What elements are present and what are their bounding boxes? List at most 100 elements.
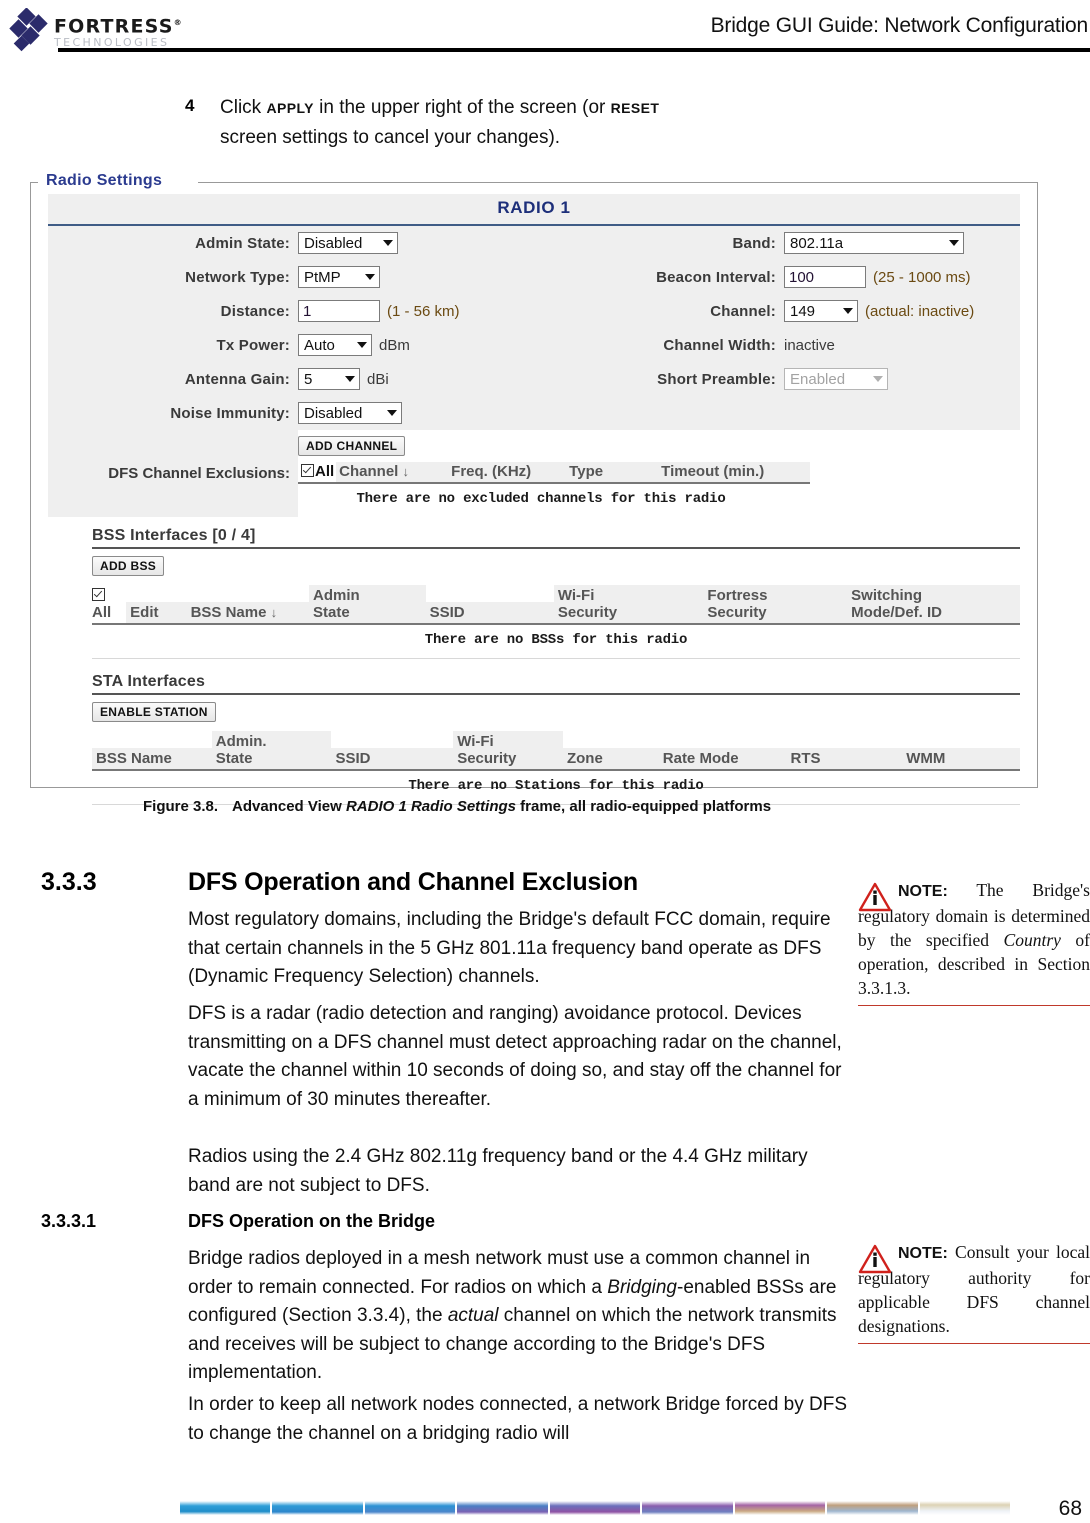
- settings-row: Noise Immunity: Disabled: [48, 396, 1020, 430]
- figure-caption-italic: RADIO 1 Radio Settings: [345, 798, 516, 815]
- tx-power-unit: dBm: [379, 336, 410, 354]
- field-band: Band: 802.11a: [534, 226, 1020, 260]
- sta-col-admin-state[interactable]: Admin. State: [211, 731, 332, 771]
- sta-col-zone[interactable]: Zone: [562, 748, 659, 771]
- field-control-wrap: Auto dBm: [298, 334, 410, 356]
- settings-row: Distance: 1 (1 - 56 km) Channel: 149 (ac…: [48, 294, 1020, 328]
- note-2-divider: [858, 1343, 1090, 1344]
- short-preamble-value: Enabled: [790, 370, 846, 388]
- p1-italic-bridging: Bridging: [607, 1276, 677, 1298]
- channel-select[interactable]: 149: [784, 300, 858, 322]
- tx-power-select[interactable]: Auto: [298, 334, 372, 356]
- section-3-3-3-paragraph-1: Most regulatory domains, including the B…: [188, 909, 831, 987]
- noise-immunity-select[interactable]: Disabled: [298, 402, 402, 424]
- chevron-down-icon: [357, 342, 367, 348]
- figure-caption-text-a: Advanced View: [232, 798, 346, 815]
- add-bss-button[interactable]: ADD BSS: [92, 556, 165, 576]
- dfs-col-type[interactable]: Type: [566, 462, 659, 484]
- field-noise-immunity: Noise Immunity: Disabled: [48, 396, 534, 430]
- radio-title: RADIO 1: [497, 198, 571, 217]
- chevron-down-icon: [873, 376, 883, 382]
- sta-col-bss-name[interactable]: BSS Name: [92, 748, 212, 771]
- step-text-line2: screen settings to cancel your changes).: [220, 127, 561, 148]
- step-number: 4: [185, 96, 195, 115]
- field-label: Noise Immunity:: [170, 404, 290, 422]
- sta-button-row: ENABLE STATION: [92, 702, 1020, 722]
- bss-col-edit[interactable]: Edit: [126, 602, 187, 625]
- section-3-3-3-paragraph-2: DFS is a radar (radio detection and rang…: [188, 1003, 842, 1110]
- bss-select-all[interactable]: All: [92, 585, 127, 625]
- footer-segment: [827, 1501, 920, 1515]
- step-text-part-b: in the upper right of the screen (or: [313, 97, 611, 118]
- enable-station-button[interactable]: ENABLE STATION: [92, 702, 216, 722]
- field-control-wrap: 100 (25 - 1000 ms): [784, 266, 971, 288]
- dfs-table-header: All Channel ↓ Freq. (KHz) Type Timeout (…: [298, 462, 1020, 484]
- bss-col-name[interactable]: BSS Name ↓: [186, 602, 309, 625]
- spacer-cell: [534, 396, 1020, 430]
- dfs-col-freq[interactable]: Freq. (KHz): [448, 462, 567, 484]
- chevron-down-icon: [949, 240, 959, 246]
- band-value: 802.11a: [790, 234, 844, 252]
- sta-col-rts[interactable]: RTS: [786, 748, 903, 771]
- field-label: Distance:: [220, 302, 290, 320]
- add-channel-button[interactable]: ADD CHANNEL: [298, 436, 406, 456]
- dfs-col-channel-label: Channel: [339, 463, 399, 480]
- field-control-wrap: 802.11a: [784, 232, 964, 254]
- field-channel-width: Channel Width: inactive: [534, 328, 1020, 362]
- note-2-text: NOTE: Consult your local regulatory auth…: [858, 1240, 1090, 1338]
- footer-segment: [549, 1501, 643, 1515]
- chevron-down-icon: [365, 274, 375, 280]
- note-regulatory-domain: NOTE: The Bridge's regulatory domain is …: [858, 878, 1090, 1006]
- sta-empty-message: There are no Stations for this radio: [408, 778, 704, 794]
- logo-primary-text: FORTRESS®: [54, 15, 183, 38]
- dfs-col-timeout[interactable]: Timeout (min.): [658, 462, 811, 484]
- step-4-block: 4 Click APPLY in the upper right of the …: [185, 93, 805, 153]
- dfs-col-channel[interactable]: Channel ↓: [336, 462, 449, 484]
- channel-actual-hint: (actual: inactive): [865, 302, 975, 320]
- beacon-interval-input[interactable]: 100: [784, 266, 866, 288]
- admin-state-value: Disabled: [304, 234, 363, 252]
- section-3-3-3-1-number: 3.3.3.1: [41, 1211, 97, 1231]
- dfs-label: DFS Channel Exclusions:: [108, 465, 290, 482]
- field-label: Channel Width:: [663, 336, 776, 354]
- step-text: Click APPLY in the upper right of the sc…: [220, 93, 805, 153]
- bss-col-wifi-security[interactable]: Wi-Fi Security: [553, 585, 704, 625]
- bss-col-admin-state[interactable]: Admin State: [309, 585, 426, 625]
- field-control-wrap: Enabled: [784, 368, 888, 390]
- sta-col-wifi-security[interactable]: Wi-Fi Security: [453, 731, 563, 771]
- apply-button-reference: APPLY: [266, 100, 314, 116]
- sta-col-rate-mode[interactable]: Rate Mode: [658, 748, 787, 771]
- figure-caption: Figure 3.8. Advanced View RADIO 1 Radio S…: [143, 798, 771, 815]
- bss-col-fortress-security[interactable]: Fortress Security: [703, 585, 848, 625]
- noise-immunity-value: Disabled: [304, 404, 363, 422]
- checkbox-icon[interactable]: [301, 464, 314, 477]
- channel-width-value: inactive: [784, 336, 835, 354]
- dfs-select-all[interactable]: All: [298, 462, 337, 484]
- checkbox-icon[interactable]: [92, 588, 105, 601]
- field-short-preamble: Short Preamble: Enabled: [534, 362, 1020, 396]
- field-admin-state: Admin State: Disabled: [48, 226, 534, 260]
- sta-col-ssid[interactable]: SSID: [331, 748, 454, 771]
- antenna-gain-select[interactable]: 5: [298, 368, 360, 390]
- bss-col-switching-mode[interactable]: Switching Mode/Def. ID: [847, 585, 1020, 625]
- band-select[interactable]: 802.11a: [784, 232, 964, 254]
- field-control-wrap: 1 (1 - 56 km): [298, 300, 460, 322]
- bss-interfaces-section: BSS Interfaces [0 / 4] ADD BSS All Edit …: [48, 527, 1020, 659]
- beacon-interval-hint: (25 - 1000 ms): [873, 268, 971, 286]
- admin-state-select[interactable]: Disabled: [298, 232, 398, 254]
- section-3-3-3-number: 3.3.3: [41, 868, 97, 896]
- page-header: FORTRESS® TECHNOLOGIES Bridge GUI Guide:…: [0, 0, 1090, 60]
- chevron-down-icon: [387, 410, 397, 416]
- network-type-select[interactable]: PtMP: [298, 266, 380, 288]
- bss-col-ssid[interactable]: SSID: [425, 602, 554, 625]
- sta-col-wmm[interactable]: WMM: [902, 748, 1020, 771]
- chevron-down-icon: [345, 376, 355, 382]
- dfs-select-all-label: All: [315, 463, 335, 480]
- field-control-wrap: inactive: [784, 337, 835, 354]
- field-control-wrap: 5 dBi: [298, 368, 389, 390]
- network-type-value: PtMP: [304, 268, 341, 286]
- bss-select-all-label: All: [92, 604, 112, 621]
- section-3-3-3-1-paragraph-2: In order to keep all network nodes conne…: [188, 1394, 848, 1444]
- distance-input[interactable]: 1: [298, 300, 380, 322]
- footer-segment: [180, 1501, 273, 1515]
